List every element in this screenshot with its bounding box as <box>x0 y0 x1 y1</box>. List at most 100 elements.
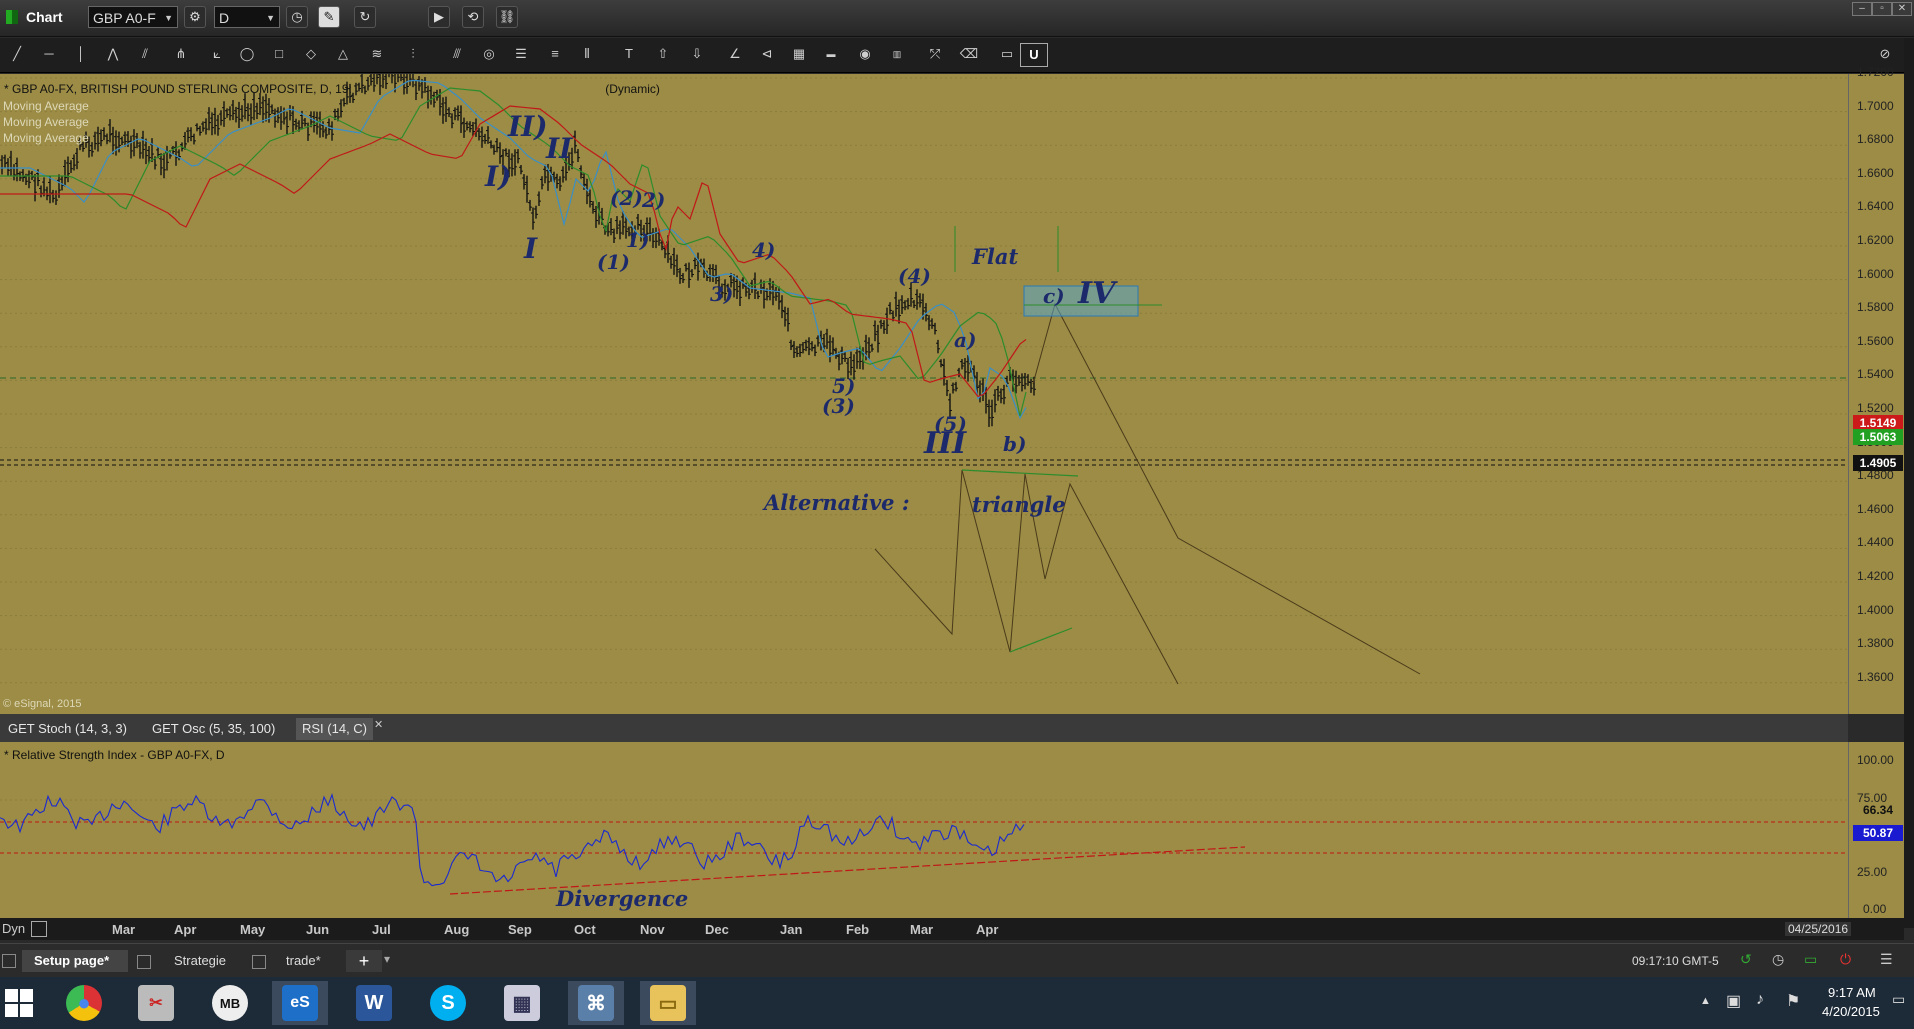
wave-label[interactable]: Flat <box>972 244 1018 269</box>
page-tab-checkbox[interactable] <box>252 955 266 969</box>
wave-label[interactable]: triangle <box>972 492 1066 517</box>
angle-tool-icon[interactable]: ∠ <box>722 43 748 65</box>
interval-clock-button[interactable]: ◷ <box>286 6 308 28</box>
status-chat-icon[interactable]: ▭ <box>1804 951 1817 968</box>
wave-label[interactable]: a) <box>954 328 976 352</box>
comment-tool-icon[interactable]: ▭ <box>994 43 1020 65</box>
wave-label[interactable]: (4) <box>898 264 931 288</box>
rectangle-tool-icon[interactable]: □ <box>266 43 292 65</box>
taskbar-tools[interactable]: ✂ <box>128 981 184 1025</box>
replay-button[interactable]: ⟲ <box>462 6 484 28</box>
fib-ext-tool-icon[interactable]: ≡ <box>542 43 568 65</box>
taskbar-mb[interactable]: MB <box>202 981 258 1025</box>
interval-combo[interactable]: D ▼ <box>214 6 280 28</box>
tray-network-icon[interactable]: ▣ <box>1726 991 1741 1011</box>
text-tool-icon[interactable]: T <box>616 43 642 65</box>
taskbar-calculator[interactable]: ▦ <box>494 981 550 1025</box>
magnet-tool-icon[interactable]: U <box>1020 43 1048 67</box>
windows-start-icon[interactable] <box>0 981 38 1025</box>
settings-small-icon[interactable]: ⊘ <box>1872 43 1898 65</box>
time-axis[interactable]: Dyn Mar Apr May Jun Jul Aug Sep Oct Nov Dec Jan Feb… <box>0 918 1904 940</box>
fib-time-tool-icon[interactable]: ⦀ <box>574 43 600 65</box>
page-tab-checkbox[interactable] <box>137 955 151 969</box>
page-tab-strategie[interactable]: Strategie <box>174 950 226 972</box>
notification-icon[interactable]: ▭ <box>1892 991 1905 1008</box>
gann-tool-icon[interactable]: ≋ <box>364 43 390 65</box>
taskbar-network[interactable]: ⌘ <box>568 981 624 1025</box>
add-page-button[interactable]: + <box>346 950 382 972</box>
fib-retrace-tool-icon[interactable]: ☰ <box>508 43 534 65</box>
status-clock-icon[interactable]: ◷ <box>1772 951 1784 968</box>
tray-chevron-icon[interactable]: ▲ <box>1700 995 1711 1007</box>
arrow-down-tool-icon[interactable]: ⇩ <box>684 43 710 65</box>
hline-tool-icon[interactable]: ─ <box>36 43 62 65</box>
diamond-tool-icon[interactable]: ◇ <box>298 43 324 65</box>
study-label[interactable]: Moving Average <box>3 131 89 145</box>
draw-pen-button[interactable]: ✎ <box>318 6 340 28</box>
tab-osc[interactable]: GET Osc (5, 35, 100) <box>146 718 281 740</box>
tab-rsi[interactable]: RSI (14, C) <box>296 718 374 740</box>
study-label[interactable]: Moving Average <box>3 99 89 113</box>
page-tab-setup[interactable]: Setup page* <box>22 950 128 972</box>
link-button[interactable]: ⛓ <box>496 6 518 28</box>
page-tab-selector[interactable] <box>2 954 16 968</box>
price-axis[interactable]: 1.7200 1.7000 1.6800 1.6600 1.6400 1.6200 1.60… <box>1848 65 1905 714</box>
wave-label[interactable]: 3) <box>710 282 733 306</box>
wave-label[interactable]: I) <box>485 160 511 193</box>
page-menu-icon[interactable]: ▾ <box>384 952 390 966</box>
dyn-label[interactable]: Dyn <box>2 921 25 936</box>
tray-date[interactable]: 4/20/2015 <box>1822 1004 1880 1019</box>
maximize-button[interactable]: ▫ <box>1872 2 1892 16</box>
status-power-icon[interactable]: ⏻ <box>1840 951 1851 968</box>
ellipse-tool-icon[interactable]: ◯ <box>234 43 260 65</box>
symbol-combo[interactable]: GBP A0-F ▼ <box>88 6 178 28</box>
tray-flag-icon[interactable]: ⚑ <box>1786 991 1800 1011</box>
wave-label[interactable]: IV <box>1078 276 1115 311</box>
status-refresh-icon[interactable]: ↺ <box>1740 951 1752 968</box>
grid-tool-icon[interactable]: ▦ <box>786 43 812 65</box>
minimize-button[interactable]: – <box>1852 2 1872 16</box>
close-icon[interactable]: ✕ <box>374 718 383 731</box>
eye-tool-icon[interactable]: ◉ <box>852 43 878 65</box>
eraser-tool-icon[interactable]: ⌫ <box>956 43 982 65</box>
status-menu-icon[interactable]: ☰ <box>1880 951 1893 968</box>
wave-label[interactable]: II) <box>508 110 547 143</box>
study-label[interactable]: Moving Average <box>3 115 89 129</box>
taskbar-explorer[interactable]: ▭ <box>640 981 696 1025</box>
wave-label[interactable]: 2) <box>642 188 665 212</box>
fan-tool-icon[interactable]: ⟀ <box>204 43 230 65</box>
tray-time[interactable]: 9:17 AM <box>1828 985 1876 1000</box>
wave-label[interactable]: b) <box>1003 432 1026 456</box>
close-button[interactable]: ✕ <box>1892 2 1912 16</box>
wave-label[interactable]: I <box>524 232 537 265</box>
tab-stoch[interactable]: GET Stoch (14, 3, 3) <box>2 718 133 740</box>
bars-tool-icon[interactable]: ⫶ <box>400 43 426 65</box>
rsi-axis[interactable]: 100.00 75.00 66.34 50.87 25.00 0.00 <box>1848 742 1905 918</box>
wave-label[interactable]: (2) <box>610 186 643 210</box>
play-button[interactable]: ▶ <box>428 6 450 28</box>
fork-tool-icon[interactable]: ⋔ <box>168 43 194 65</box>
arrow-up-tool-icon[interactable]: ⇧ <box>650 43 676 65</box>
symbol-link-button[interactable]: ⚙ <box>184 6 206 28</box>
cursor-tool-icon[interactable]: ⤱ <box>922 43 948 65</box>
wave-label[interactable]: II <box>546 132 572 165</box>
ray-tool-icon[interactable]: ⊲ <box>754 43 780 65</box>
mob-tool-icon[interactable]: ▬ <box>818 43 844 65</box>
vline-tool-icon[interactable]: │ <box>68 43 94 65</box>
wave-label[interactable]: III <box>924 426 966 461</box>
pti-tool-icon[interactable]: ▥ <box>884 43 910 65</box>
refresh-button[interactable]: ↻ <box>354 6 376 28</box>
circles-tool-icon[interactable]: ◎ <box>476 43 502 65</box>
taskbar-esignal[interactable]: eS <box>272 981 328 1025</box>
tray-volume-icon[interactable]: ♪ <box>1756 991 1764 1009</box>
polyline-tool-icon[interactable]: ⋀ <box>100 43 126 65</box>
dyn-icon[interactable] <box>31 921 47 937</box>
regression-tool-icon[interactable]: ⫻ <box>444 43 470 65</box>
page-tab-trade[interactable]: trade* <box>286 950 321 972</box>
wave-label[interactable]: c) <box>1043 284 1065 308</box>
wave-label[interactable]: (1) <box>597 250 630 274</box>
rsi-pane[interactable]: * Relative Strength Index - GBP A0-FX, D… <box>0 742 1848 918</box>
taskbar-skype[interactable]: S <box>420 981 476 1025</box>
taskbar-chrome[interactable]: ● <box>56 981 112 1025</box>
channel-tool-icon[interactable]: ⫽ <box>132 43 158 65</box>
